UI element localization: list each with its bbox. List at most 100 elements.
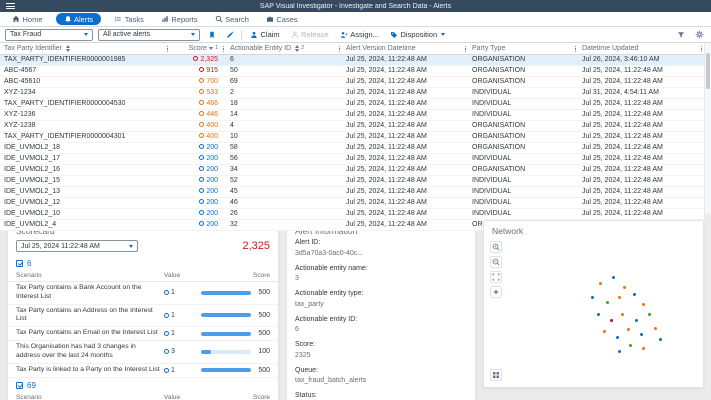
queue-select[interactable]: Tax Fraud xyxy=(5,29,93,41)
graph-node[interactable] xyxy=(623,286,626,289)
scenario-row[interactable]: Tax Party contains a Bank Account on the… xyxy=(8,282,278,305)
alert-info-field: Actionable entity ID:6 xyxy=(287,316,475,336)
graph-node[interactable] xyxy=(642,347,645,350)
graph-node[interactable] xyxy=(648,313,651,316)
tab-label: Home xyxy=(23,15,43,24)
graph-node[interactable] xyxy=(621,313,624,316)
release-button[interactable]: Release xyxy=(288,29,332,40)
cell-datetime-updated: Jul 25, 2024, 11:22:48 AM xyxy=(578,98,704,109)
scenario-row[interactable]: Tax Party contains an Address on the Int… xyxy=(8,305,278,328)
alert-row[interactable]: TAX_PARTY_IDENTIFIER00000019852,3256Jul … xyxy=(0,54,704,65)
graph-node[interactable] xyxy=(612,276,615,279)
tab-home[interactable]: Home xyxy=(8,14,47,25)
alert-row[interactable]: IDE_UVMOL2_1720056Jul 25, 2024, 11:22:48… xyxy=(0,153,704,164)
scorecard-section-header[interactable]: 69 xyxy=(8,378,278,392)
menu-icon[interactable] xyxy=(6,3,15,9)
scorecard-section-header[interactable]: 6 xyxy=(8,256,278,270)
filter-icon[interactable] xyxy=(674,28,687,41)
column-menu-icon[interactable] xyxy=(701,46,703,53)
claim-button[interactable]: Claim xyxy=(247,29,283,40)
zoom-out-icon[interactable] xyxy=(490,256,502,268)
alert-row[interactable]: IDE_UVMOL2_1020026Jul 25, 2024, 11:22:48… xyxy=(0,208,704,219)
grid-icon[interactable] xyxy=(490,369,502,381)
graph-node[interactable] xyxy=(618,350,621,353)
graph-node[interactable] xyxy=(627,328,630,331)
alert-row[interactable]: ABC-456791550Jul 25, 2024, 11:22:48 AMOR… xyxy=(0,65,704,76)
alert-row[interactable]: IDE_UVMOL2_1320045Jul 25, 2024, 11:22:48… xyxy=(0,186,704,197)
layout-star-icon[interactable] xyxy=(490,286,502,298)
alert-row[interactable]: TAX_PARTY_IDENTIFIER000000430140010Jul 2… xyxy=(0,131,704,142)
section-checkbox[interactable] xyxy=(16,382,23,389)
tab-search[interactable]: Search xyxy=(211,14,253,25)
column-menu-icon[interactable] xyxy=(223,46,225,53)
column-header-tax-party-identifier[interactable]: Tax Party Identifier xyxy=(0,43,170,54)
user-avatar-icon[interactable] xyxy=(696,2,705,11)
graph-node[interactable] xyxy=(591,296,594,299)
score-version-select[interactable]: Jul 25, 2024 11:22:48 AM xyxy=(16,240,138,252)
cell-score: 700 xyxy=(170,76,226,87)
main-nav: Home Alerts Tasks Reports Search Cases xyxy=(0,12,711,27)
fit-screen-icon[interactable] xyxy=(490,271,502,283)
tab-reports[interactable]: Reports xyxy=(157,14,202,25)
tab-alerts[interactable]: Alerts xyxy=(56,13,102,25)
column-menu-icon[interactable] xyxy=(465,46,467,53)
alert-filter-select[interactable]: All active alerts xyxy=(98,29,200,41)
alert-row[interactable]: XYZ-12345332Jul 25, 2024, 11:22:48 AMIND… xyxy=(0,87,704,98)
column-menu-icon[interactable] xyxy=(167,46,169,53)
graph-node[interactable] xyxy=(633,293,636,296)
field-label: Actionable entity type: xyxy=(295,290,467,299)
graph-node[interactable] xyxy=(654,327,657,330)
column-header-datetime-updated[interactable]: Datetime Updated xyxy=(578,43,704,54)
column-header-party-type[interactable]: Party Type xyxy=(468,43,578,54)
graph-node[interactable] xyxy=(659,338,662,341)
scenario-row[interactable]: Tax Party is linked to a Party on the In… xyxy=(8,364,278,378)
column-header-actionable-entity-id[interactable]: Actionable Entity ID2 xyxy=(226,43,342,54)
graph-node[interactable] xyxy=(606,301,609,304)
cell-datetime-updated: Jul 25, 2024, 11:22:48 AM xyxy=(578,164,704,175)
settings-icon[interactable] xyxy=(693,28,706,41)
graph-node[interactable] xyxy=(618,296,621,299)
field-value: tax_fraud_batch_alerts xyxy=(295,377,467,386)
alert-row[interactable]: XYZ-123644614Jul 25, 2024, 11:22:48 AMIN… xyxy=(0,109,704,120)
cell-actionable-entity-id: 50 xyxy=(226,65,342,76)
tab-tasks[interactable]: Tasks xyxy=(110,14,148,25)
graph-node[interactable] xyxy=(603,330,606,333)
zoom-in-icon[interactable] xyxy=(490,241,502,253)
cell-alert-version-datetime: Jul 25, 2024, 11:22:48 AM xyxy=(342,175,468,186)
graph-node[interactable] xyxy=(640,333,643,336)
column-header-score[interactable]: Score1 xyxy=(170,43,226,54)
alert-row[interactable]: IDE_UVMOL2_1620034Jul 25, 2024, 11:22:48… xyxy=(0,164,704,175)
column-menu-icon[interactable] xyxy=(339,46,341,53)
tab-label: Reports xyxy=(171,15,197,24)
assign-button[interactable]: Assign... xyxy=(337,29,382,40)
graph-node[interactable] xyxy=(635,319,638,322)
disposition-button[interactable]: Disposition xyxy=(387,29,448,40)
alert-row[interactable]: IDE_UVMOL2_1220046Jul 25, 2024, 11:22:48… xyxy=(0,197,704,208)
column-header-alert-version-datetime[interactable]: Alert Version Datetime xyxy=(342,43,468,54)
column-menu-icon[interactable] xyxy=(575,46,577,53)
tab-cases[interactable]: Cases xyxy=(262,14,302,25)
cell-alert-version-datetime: Jul 25, 2024, 11:22:48 AM xyxy=(342,186,468,197)
alert-row[interactable]: ABC-4561070069Jul 25, 2024, 11:22:48 AMO… xyxy=(0,76,704,87)
field-value: 3 xyxy=(295,275,467,284)
scrollbar-thumb[interactable] xyxy=(706,53,710,89)
cell-datetime-updated: Jul 25, 2024, 11:22:48 AM xyxy=(578,65,704,76)
table-scrollbar[interactable] xyxy=(704,43,711,214)
network-graph[interactable] xyxy=(508,239,697,381)
scenario-row[interactable]: This Organisation has had 3 changes in a… xyxy=(8,341,278,364)
graph-node[interactable] xyxy=(629,344,632,347)
graph-node[interactable] xyxy=(616,336,619,339)
alert-row[interactable]: XYZ-12384004Jul 25, 2024, 11:22:48 AMORG… xyxy=(0,120,704,131)
bookmark-icon[interactable] xyxy=(205,28,218,41)
alert-info-field: Status: xyxy=(287,392,475,400)
edit-icon[interactable] xyxy=(223,28,236,41)
graph-node[interactable] xyxy=(599,282,602,285)
section-checkbox[interactable] xyxy=(16,260,23,267)
graph-node[interactable] xyxy=(610,319,613,322)
graph-node[interactable] xyxy=(597,313,600,316)
graph-node[interactable] xyxy=(642,303,645,306)
alert-row[interactable]: IDE_UVMOL2_1820058Jul 25, 2024, 11:22:48… xyxy=(0,142,704,153)
alert-row[interactable]: IDE_UVMOL2_1520052Jul 25, 2024, 11:22:48… xyxy=(0,175,704,186)
alert-row[interactable]: TAX_PARTY_IDENTIFIER000000453046618Jul 2… xyxy=(0,98,704,109)
scenario-row[interactable]: Tax Party contains an Email on the Inter… xyxy=(8,327,278,341)
